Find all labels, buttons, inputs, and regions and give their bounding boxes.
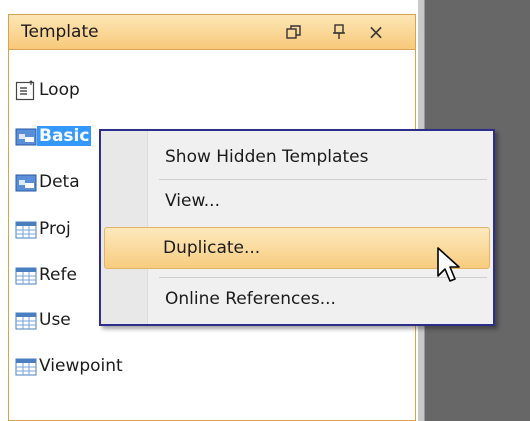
table-template-icon — [15, 265, 37, 287]
close-icon[interactable]: × — [367, 22, 385, 42]
tree-item-label: Refe — [39, 265, 77, 285]
context-menu: Show Hidden Templates View... Duplicate.… — [99, 129, 495, 326]
tree-item-label: Proj — [39, 219, 71, 239]
panel-header: Template × — [9, 15, 415, 50]
panel-title: Template — [21, 22, 99, 42]
menu-item-show-hidden-templates[interactable]: Show Hidden Templates — [104, 139, 490, 177]
menu-item-online-references[interactable]: Online References... — [104, 281, 490, 319]
menu-item-duplicate[interactable]: Duplicate... — [104, 227, 490, 269]
table-template-icon — [15, 356, 37, 378]
mouse-pointer-icon — [436, 246, 464, 286]
tree-item-label: Viewpoint — [39, 356, 123, 376]
loop-template-icon — [15, 80, 37, 102]
tree-item-label: Loop — [39, 80, 80, 100]
menu-item-label: Online References... — [165, 289, 336, 309]
table-template-icon — [15, 310, 37, 332]
menu-item-label: Duplicate... — [163, 238, 261, 258]
basic-template-icon — [15, 172, 37, 194]
menu-item-label: View... — [165, 191, 220, 211]
tree-item-label: Basic — [37, 126, 92, 146]
restore-icon[interactable] — [285, 23, 303, 41]
basic-template-icon — [15, 126, 37, 148]
left-margin — [0, 0, 8, 421]
menu-item-label: Show Hidden Templates — [165, 147, 369, 167]
tree-item-label: Use — [39, 310, 71, 330]
pin-icon[interactable] — [330, 23, 348, 41]
table-template-icon — [15, 219, 37, 241]
tree-item-label: Deta — [39, 172, 80, 192]
menu-item-view[interactable]: View... — [104, 183, 490, 221]
menu-separator — [159, 179, 487, 180]
